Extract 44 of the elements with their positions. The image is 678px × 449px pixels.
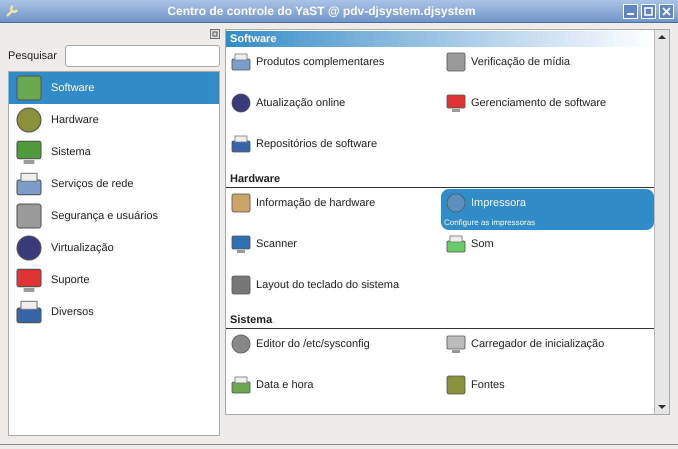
module-item[interactable]: Layout do teclado do sistema: [226, 271, 439, 312]
category-item[interactable]: Segurança e usuários: [9, 200, 219, 232]
close-icon: [662, 6, 671, 16]
category-item[interactable]: Diversos: [9, 296, 219, 328]
module-item[interactable]: Fontes: [441, 371, 654, 412]
search-label: Pesquisar: [8, 48, 57, 64]
wrench-icon: [4, 3, 20, 19]
minimize-icon: [627, 12, 634, 14]
category-item[interactable]: Suporte: [9, 264, 219, 296]
maximize-icon: [644, 6, 653, 16]
module-item[interactable]: Atualização online: [226, 89, 439, 130]
maximize-button[interactable]: [641, 4, 656, 18]
search-field[interactable]: [64, 45, 220, 67]
section-header: Hardware: [226, 172, 654, 188]
category-item[interactable]: Software: [9, 72, 219, 104]
module-description: Configure as impressoras: [444, 217, 536, 229]
module-item[interactable]: Informação de hardware: [226, 189, 439, 230]
section-header: Sistema: [226, 313, 654, 329]
module-item[interactable]: Verificação de mídia: [441, 48, 654, 89]
module-item[interactable]: Data e hora: [226, 371, 439, 412]
category-item[interactable]: Sistema: [9, 136, 219, 168]
module-item[interactable]: Editor do /etc/sysconfig: [226, 330, 439, 371]
module-icon: [229, 91, 253, 115]
module-icon: [229, 191, 253, 215]
module-item[interactable]: Carregador de inicialização: [441, 330, 654, 371]
window-title: Centro de controle do YaST @ pdv-djsystem.djsystem: [166, 3, 477, 20]
module-icon: [229, 273, 253, 297]
close-button[interactable]: [659, 4, 674, 18]
scrollbar[interactable]: [654, 30, 669, 414]
category-item[interactable]: Serviços de rede: [9, 168, 219, 200]
module-icon: [229, 332, 253, 356]
module-item[interactable]: Repositórios de software: [226, 130, 439, 171]
category-item[interactable]: Virtualização: [9, 232, 219, 264]
module-icon: [444, 50, 468, 74]
category-item[interactable]: Hardware: [9, 104, 219, 136]
module-icon: [444, 373, 468, 397]
module-item[interactable]: Gerenciamento de software: [441, 89, 654, 130]
module-item[interactable]: Impressora Configure as impressoras: [441, 189, 654, 230]
minimize-button[interactable]: [623, 4, 638, 18]
module-item[interactable]: Produtos complementares: [226, 48, 439, 89]
module-item[interactable]: Scanner: [226, 230, 439, 271]
module-icon: [444, 191, 468, 215]
detach-icon[interactable]: [210, 29, 220, 39]
module-item[interactable]: Som: [441, 230, 654, 271]
